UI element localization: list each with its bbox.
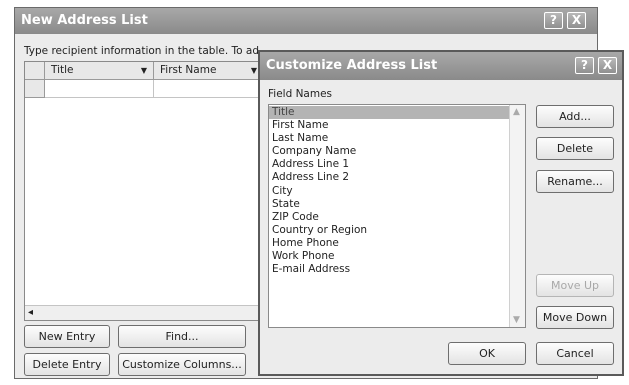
field-list-item[interactable]: Work Phone: [269, 250, 509, 263]
ok-button[interactable]: OK: [448, 342, 526, 365]
customize-address-list-dialog: Customize Address List ? X Field Names T…: [258, 50, 624, 376]
recipient-table[interactable]: Title ▼ First Name ▼ ◂: [24, 61, 264, 321]
close-icon[interactable]: X: [567, 12, 586, 29]
customize-title: Customize Address List: [266, 58, 438, 73]
field-list-item[interactable]: E-mail Address: [269, 263, 509, 276]
customize-columns-button[interactable]: Customize Columns...: [118, 353, 246, 376]
close-icon[interactable]: X: [598, 57, 617, 74]
title-cell[interactable]: [45, 80, 154, 98]
move-down-button[interactable]: Move Down: [536, 306, 614, 329]
field-list-item[interactable]: Last Name: [269, 132, 509, 145]
scroll-left-arrow-icon[interactable]: ◂: [28, 306, 33, 320]
help-icon[interactable]: ?: [575, 57, 594, 74]
row-selector[interactable]: [25, 80, 45, 98]
row-header-corner: [25, 62, 45, 80]
vertical-scrollbar[interactable]: ▲ ▼: [509, 105, 525, 327]
field-list-item[interactable]: Company Name: [269, 145, 509, 158]
find-button[interactable]: Find...: [118, 325, 246, 348]
horizontal-scrollbar[interactable]: ◂: [25, 305, 263, 320]
delete-entry-button[interactable]: Delete Entry: [24, 353, 110, 376]
field-list-item[interactable]: Country or Region: [269, 224, 509, 237]
instruction-text: Type recipient information in the table.…: [24, 45, 260, 57]
new-address-list-title: New Address List: [21, 13, 148, 28]
field-list-item[interactable]: Title: [269, 106, 509, 120]
new-entry-button[interactable]: New Entry: [24, 325, 110, 348]
dropdown-arrow-icon[interactable]: ▼: [251, 62, 257, 79]
new-address-list-titlebar: New Address List: [15, 8, 597, 34]
field-list-item[interactable]: First Name: [269, 119, 509, 132]
scroll-down-arrow-icon[interactable]: ▼: [513, 315, 520, 325]
field-names-label: Field Names: [268, 88, 333, 100]
column-header-title[interactable]: Title ▼: [45, 62, 154, 80]
rename-button[interactable]: Rename...: [536, 170, 614, 193]
help-icon[interactable]: ?: [544, 12, 563, 29]
cancel-button[interactable]: Cancel: [536, 342, 614, 365]
move-up-button[interactable]: Move Up: [536, 274, 614, 297]
field-list-item[interactable]: ZIP Code: [269, 211, 509, 224]
field-list-item[interactable]: City: [269, 185, 509, 198]
delete-button[interactable]: Delete: [536, 137, 614, 160]
field-list-item[interactable]: Address Line 2: [269, 171, 509, 184]
first-name-cell[interactable]: [154, 80, 263, 98]
field-list-item[interactable]: State: [269, 198, 509, 211]
field-list-item[interactable]: Address Line 1: [269, 158, 509, 171]
column-header-first-name[interactable]: First Name ▼: [154, 62, 263, 80]
scroll-up-arrow-icon[interactable]: ▲: [513, 107, 520, 117]
dropdown-arrow-icon[interactable]: ▼: [141, 62, 147, 79]
customize-titlebar: Customize Address List: [260, 52, 622, 80]
field-list-item[interactable]: Home Phone: [269, 237, 509, 250]
add-button[interactable]: Add...: [536, 105, 614, 128]
field-names-list[interactable]: Title First Name Last Name Company Name Addr…: [268, 104, 526, 328]
